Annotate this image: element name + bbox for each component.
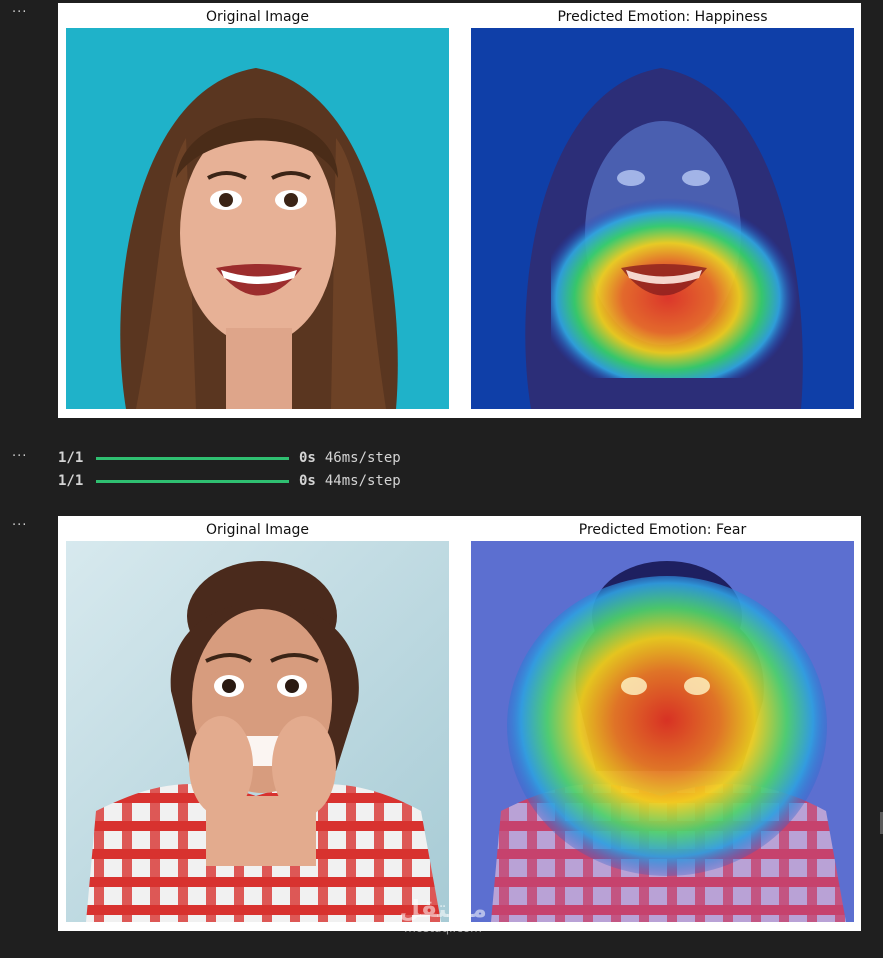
progress-bar bbox=[96, 456, 289, 460]
right-panel-title: Predicted Emotion: Happiness bbox=[557, 9, 768, 25]
progress-rate: 44ms/step bbox=[324, 473, 401, 489]
progress-rate: 46ms/step bbox=[324, 450, 401, 466]
watermark-url: mostaql.com bbox=[404, 921, 482, 935]
progress-step-count: 1/1 bbox=[58, 473, 84, 489]
cell-output-menu-2[interactable]: ··· bbox=[12, 450, 32, 466]
heatmap-image-fear bbox=[471, 541, 854, 922]
output-figure-1: Original Image Predicted Emotion: Happin… bbox=[58, 3, 861, 418]
progress-step-count: 1/1 bbox=[58, 450, 84, 466]
cell-output-menu-1[interactable]: ··· bbox=[12, 6, 32, 22]
left-panel-title: Original Image bbox=[205, 522, 310, 538]
progress-fill bbox=[96, 456, 289, 460]
original-image-fear bbox=[66, 541, 449, 922]
left-panel-title: Original Image bbox=[205, 9, 310, 25]
watermark: مستقل mostaql.com bbox=[388, 896, 498, 934]
progress-line-2: 1/1 0s 44ms/step bbox=[58, 472, 401, 490]
progress-elapsed: 0s bbox=[299, 473, 316, 489]
right-panel-title: Predicted Emotion: Fear bbox=[578, 522, 747, 538]
progress-line-1: 1/1 0s 46ms/step bbox=[58, 449, 401, 467]
progress-fill bbox=[96, 479, 289, 483]
watermark-logo-text: مستقل bbox=[399, 895, 487, 923]
progress-elapsed: 0s bbox=[299, 450, 316, 466]
original-image-happiness bbox=[66, 28, 449, 409]
heatmap-image-happiness bbox=[471, 28, 854, 409]
output-figure-2: Original Image Predicted Emotion: Fear bbox=[58, 516, 861, 931]
progress-bar bbox=[96, 479, 289, 483]
cell-output-menu-3[interactable]: ··· bbox=[12, 519, 32, 535]
